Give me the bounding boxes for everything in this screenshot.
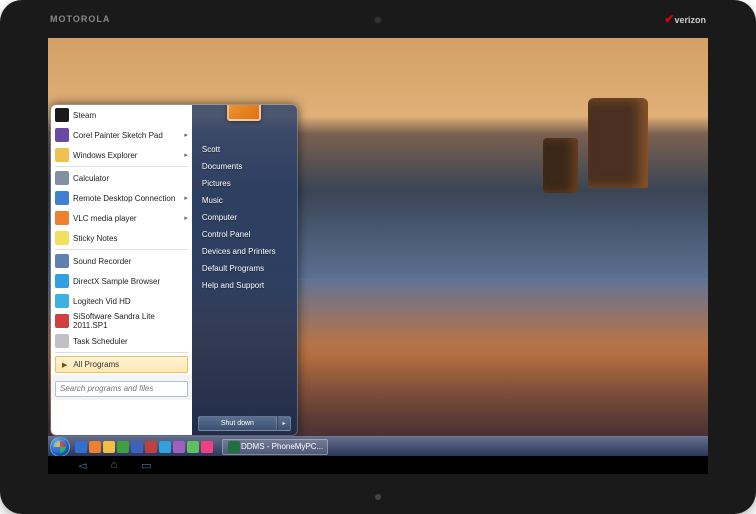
places-item[interactable]: Scott [192,141,297,158]
pinned-app-icon[interactable] [173,441,185,453]
program-item[interactable]: Sound Recorder [51,251,192,271]
pinned-app-icon[interactable] [159,441,171,453]
home-indicator [375,494,381,500]
program-label: Windows Explorer [73,151,137,160]
windows-taskbar: DDMS - PhoneMyPC... [48,436,708,456]
program-icon [55,191,69,205]
pinned-app-icon[interactable] [75,441,87,453]
program-icon [55,294,69,308]
program-label: SiSoftware Sandra Lite 2011.SP1 [73,312,188,330]
program-icon [55,314,69,328]
android-nav-bar: ◅ ⌂ ▭ [48,456,708,474]
places-item[interactable]: Music [192,192,297,209]
pinned-app-icon[interactable] [103,441,115,453]
program-icon [55,108,69,122]
search-row [51,375,192,400]
program-icon [55,274,69,288]
places-item[interactable]: Documents [192,158,297,175]
places-item[interactable]: Computer [192,209,297,226]
program-label: Task Scheduler [73,337,128,346]
recents-button[interactable]: ▭ [141,459,151,472]
divider [55,352,188,353]
program-item[interactable]: SiSoftware Sandra Lite 2011.SP1 [51,311,192,331]
pinned-app-icon[interactable] [89,441,101,453]
program-label: Steam [73,111,96,120]
tablet-frame: MOTOROLA ✔verizon Steam Corel Painter Sk… [0,0,756,514]
program-item[interactable]: Sticky Notes [51,228,192,248]
program-list: Steam Corel Painter Sketch Pad ▸ Windows… [51,105,192,351]
program-item[interactable]: Remote Desktop Connection ▸ [51,188,192,208]
chevron-right-icon: ▸ [184,131,188,139]
program-label: Sticky Notes [73,234,117,243]
brand-verizon: ✔verizon [664,12,706,26]
home-button[interactable]: ⌂ [110,459,117,471]
pinned-app-icon[interactable] [117,441,129,453]
triangle-right-icon: ▶ [62,361,67,369]
program-icon [55,128,69,142]
start-button[interactable] [50,437,70,457]
places-item[interactable]: Devices and Printers [192,243,297,260]
program-label: DirectX Sample Browser [73,277,160,286]
program-item[interactable]: Logitech Vid HD [51,291,192,311]
pinned-app-icon[interactable] [131,441,143,453]
back-button[interactable]: ◅ [78,459,86,472]
program-icon [55,211,69,225]
search-input[interactable] [55,381,188,397]
start-menu-places-pane: ScottDocumentsPicturesMusicComputerContr… [192,105,297,435]
pinned-app-icon[interactable] [187,441,199,453]
shutdown-group: Shut down ▸ [198,416,291,431]
chevron-right-icon: ▸ [184,214,188,222]
program-item[interactable]: Windows Explorer ▸ [51,145,192,165]
front-camera [374,16,382,24]
places-item[interactable]: Pictures [192,175,297,192]
all-programs-button[interactable]: ▶ All Programs [55,356,188,373]
divider [55,249,188,250]
program-label: Calculator [73,174,109,183]
screen: Steam Corel Painter Sketch Pad ▸ Windows… [48,38,708,474]
start-menu: Steam Corel Painter Sketch Pad ▸ Windows… [50,104,298,436]
program-item[interactable]: Steam [51,105,192,125]
program-label: Remote Desktop Connection [73,194,175,203]
chevron-right-icon: ▸ [184,194,188,202]
program-item[interactable]: Corel Painter Sketch Pad ▸ [51,125,192,145]
places-item[interactable]: Help and Support [192,277,297,294]
chevron-right-icon: ▸ [184,151,188,159]
shutdown-button[interactable]: Shut down [198,416,277,431]
app-icon [228,441,240,453]
shutdown-options-button[interactable]: ▸ [277,416,291,431]
program-label: Logitech Vid HD [73,297,131,306]
divider [55,166,188,167]
program-item[interactable]: VLC media player ▸ [51,208,192,228]
program-icon [55,254,69,268]
taskbar-window-label: DDMS - PhoneMyPC... [241,442,323,451]
program-item[interactable]: DirectX Sample Browser [51,271,192,291]
places-item[interactable]: Default Programs [192,260,297,277]
program-item[interactable]: Calculator [51,168,192,188]
pinned-app-icon[interactable] [145,441,157,453]
program-label: Sound Recorder [73,257,131,266]
program-icon [55,148,69,162]
program-item[interactable]: Task Scheduler [51,331,192,351]
all-programs-label: All Programs [73,360,119,369]
program-icon [55,171,69,185]
brand-motorola: MOTOROLA [50,14,110,24]
start-menu-programs-pane: Steam Corel Painter Sketch Pad ▸ Windows… [51,105,192,435]
taskbar-window-button[interactable]: DDMS - PhoneMyPC... [222,439,328,455]
wallpaper-feature [508,98,648,218]
program-label: Corel Painter Sketch Pad [73,131,163,140]
program-icon [55,231,69,245]
program-label: VLC media player [73,214,137,223]
user-picture[interactable] [227,104,261,121]
places-item[interactable]: Control Panel [192,226,297,243]
pinned-app-icon[interactable] [201,441,213,453]
program-icon [55,334,69,348]
